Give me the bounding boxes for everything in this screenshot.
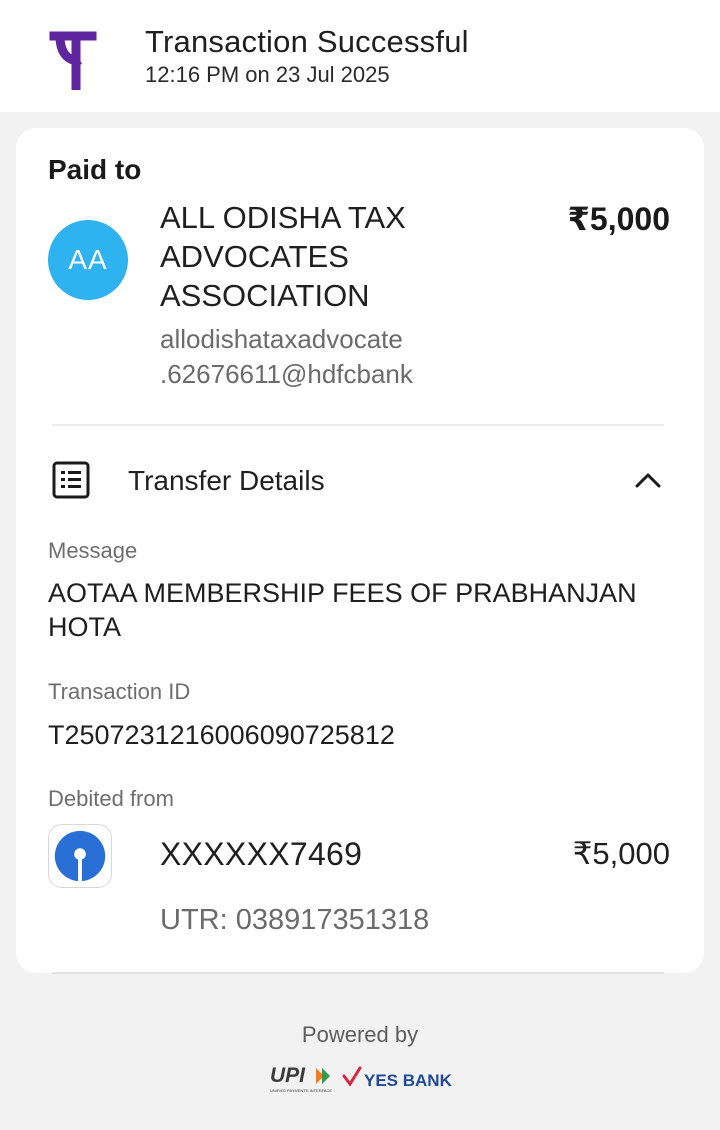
upi-logo-text: UPI xyxy=(270,1064,306,1087)
transaction-id-label: Transaction ID xyxy=(48,679,191,704)
utr-number[interactable]: UTR: 038917351318 xyxy=(160,904,429,937)
debit-amount: ₹5,000 xyxy=(572,836,670,871)
message-value: AOTAA MEMBERSHIP FEES OF PRABHANJAN HOTA xyxy=(48,576,637,644)
payee-upi-id: allodishataxadvocate .62676611@hdfcbank xyxy=(160,322,460,392)
message-line-1: AOTAA MEMBERSHIP FEES OF PRABHANJAN xyxy=(48,578,637,608)
debit-account-number: XXXXXX7469 xyxy=(160,836,363,872)
transaction-id-value[interactable]: T2507231216006090725812 xyxy=(48,718,395,752)
transaction-status-title: Transaction Successful xyxy=(145,24,469,59)
upi-arrow-green xyxy=(322,1068,330,1084)
message-label: Message xyxy=(48,538,138,563)
list-document-icon xyxy=(52,461,90,499)
sbi-logo-icon xyxy=(48,824,112,888)
transaction-timestamp: 12:16 PM on 23 Jul 2025 xyxy=(145,62,390,87)
divider xyxy=(52,424,664,426)
transfer-details-toggle-label[interactable]: Transfer Details xyxy=(128,465,325,497)
payee-name: ALL ODISHA TAX ADVOCATES ASSOCIATION xyxy=(160,200,406,313)
upi-id-line-1: allodishataxadvocate xyxy=(160,324,403,354)
yes-bank-check-icon xyxy=(342,1066,362,1087)
message-line-2: HOTA xyxy=(48,612,121,642)
payee-amount: ₹5,000 xyxy=(567,201,670,237)
payee-avatar: AA xyxy=(48,220,128,300)
divider xyxy=(52,972,664,974)
header: Transaction Successful 12:16 PM on 23 Ju… xyxy=(0,0,720,112)
paid-to-label: Paid to xyxy=(48,154,142,185)
avatar-initials: AA xyxy=(68,244,108,275)
phonepe-logo-icon xyxy=(49,31,97,90)
chevron-up-icon[interactable] xyxy=(634,468,662,492)
upi-yes-bank-logo: UPI UNIFIED PAYMENTS INTERFACE YES BANK xyxy=(270,1064,453,1093)
debited-from-label: Debited from xyxy=(48,786,174,811)
powered-by-label: Powered by xyxy=(301,1022,419,1047)
transaction-card: Paid to AA ALL ODISHA TAX ADVOCATES ASSO… xyxy=(16,128,704,973)
upi-id-line-2: .62676611@hdfcbank xyxy=(160,359,413,389)
upi-tagline: UNIFIED PAYMENTS INTERFACE xyxy=(270,1088,332,1093)
yes-bank-text: YES BANK xyxy=(364,1071,453,1090)
